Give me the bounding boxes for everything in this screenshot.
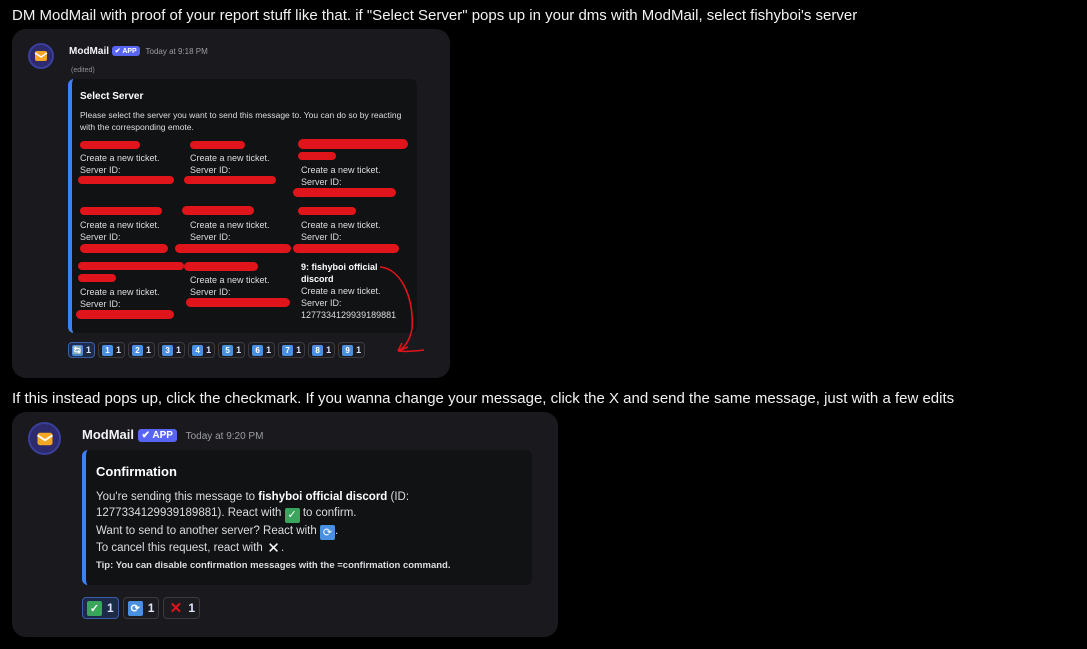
- reaction-count: 1: [296, 345, 302, 355]
- embed-tip: Tip: You can disable confirmation messag…: [96, 560, 451, 571]
- reaction-count: 1: [147, 601, 155, 615]
- reaction-bar-select-server: 🔄 1 1 1 2 1 3 1 4 1 5 1 6 1 7 1 8 1 9 1: [68, 342, 366, 358]
- reaction-count: 1: [176, 345, 182, 355]
- message-select-server: ModMail ✔ APP Today at 9:18 PM (edited) …: [12, 29, 450, 378]
- reaction-count: 1: [116, 345, 122, 355]
- reaction-button[interactable]: 81: [308, 342, 336, 358]
- redaction-mark: [80, 141, 140, 149]
- keycap-6-icon: 6: [252, 344, 264, 356]
- select-server-embed: Select Server Please select the server y…: [68, 79, 417, 333]
- reaction-count: 1: [188, 601, 196, 615]
- embed-description: Please select the server you want to sen…: [80, 110, 402, 132]
- reaction-count: 1: [326, 345, 332, 355]
- redaction-mark: [76, 310, 174, 319]
- keycap-9-icon: 9: [342, 344, 354, 356]
- reaction-button[interactable]: 31: [158, 342, 186, 358]
- author-name[interactable]: ModMail: [69, 46, 109, 57]
- modmail-logo-icon: [34, 51, 48, 61]
- annotation-arrow: [379, 266, 425, 353]
- redaction-mark: [175, 244, 291, 253]
- keycap-5-icon: 5: [222, 344, 234, 356]
- keycap-4-icon: 4: [192, 344, 204, 356]
- reaction-button[interactable]: 51: [218, 342, 246, 358]
- modmail-avatar[interactable]: [28, 422, 61, 455]
- reaction-button[interactable]: 91: [338, 342, 366, 358]
- reaction-button[interactable]: 21: [128, 342, 156, 358]
- message-timestamp: Today at 9:18 PM: [145, 47, 208, 56]
- cross-mark-icon: ✕: [169, 600, 183, 617]
- redaction-mark: [293, 188, 396, 197]
- embed-title: Confirmation: [96, 464, 177, 479]
- reaction-bar-confirmation: ✓ 1 ⟳ 1 ✕ 1: [82, 597, 201, 619]
- reaction-button[interactable]: 🔄 1: [68, 342, 96, 358]
- redaction-mark: [298, 152, 336, 160]
- reaction-count: 1: [236, 345, 242, 355]
- embed-description: You're sending this message to fishyboi …: [96, 491, 410, 557]
- author-line: ModMail ✔ APP Today at 9:20 PM: [82, 427, 264, 443]
- redaction-mark: [190, 141, 245, 149]
- server-entry: Create a new ticket. Server ID:: [301, 220, 381, 242]
- keycap-2-icon: 2: [132, 344, 144, 356]
- server-entry: Create a new ticket. Server ID:: [80, 220, 160, 242]
- refresh-icon: ⟳: [127, 600, 143, 616]
- reaction-button[interactable]: ✓ 1: [82, 597, 119, 619]
- reaction-button[interactable]: 71: [278, 342, 306, 358]
- keycap-1-icon: 1: [102, 344, 114, 356]
- app-badge: ✔ APP: [111, 46, 140, 57]
- redaction-mark: [78, 176, 174, 184]
- reaction-button[interactable]: 41: [188, 342, 216, 358]
- app-badge: ✔ APP: [137, 429, 177, 443]
- refresh-icon: 🔄: [72, 344, 83, 356]
- redaction-mark: [78, 274, 116, 282]
- redaction-mark: [293, 244, 399, 253]
- redaction-mark: [184, 262, 258, 271]
- reaction-button[interactable]: ⟳ 1: [122, 597, 160, 619]
- reaction-button[interactable]: ✕ 1: [163, 597, 201, 619]
- reaction-count: 1: [146, 345, 152, 355]
- check-mark-icon: ✓: [284, 507, 300, 523]
- server-entry: Create a new ticket. Server ID:: [190, 153, 270, 175]
- edited-label: (edited): [71, 67, 95, 74]
- redaction-mark: [184, 176, 276, 184]
- instruction-caption-middle: If this instead pops up, click the check…: [12, 390, 955, 407]
- reaction-count: 1: [107, 601, 114, 615]
- message-timestamp: Today at 9:20 PM: [185, 431, 264, 442]
- redaction-mark: [182, 206, 254, 215]
- embed-title: Select Server: [80, 91, 144, 102]
- modmail-avatar[interactable]: [28, 43, 54, 69]
- reaction-count: 1: [206, 345, 212, 355]
- reaction-button[interactable]: 11: [98, 342, 126, 358]
- message-confirmation: ModMail ✔ APP Today at 9:20 PM Confirmat…: [12, 412, 558, 637]
- keycap-7-icon: 7: [282, 344, 294, 356]
- confirmation-embed: Confirmation You're sending this message…: [82, 450, 532, 585]
- check-mark-icon: ✓: [87, 600, 102, 616]
- redaction-mark: [80, 244, 168, 253]
- redaction-mark: [298, 139, 408, 149]
- modmail-logo-icon: [36, 432, 53, 445]
- keycap-8-icon: 8: [312, 344, 324, 356]
- reaction-button[interactable]: 61: [248, 342, 276, 358]
- keycap-3-icon: 3: [162, 344, 174, 356]
- reaction-count: 1: [356, 345, 362, 355]
- redaction-mark: [78, 262, 184, 270]
- instruction-caption-top: DM ModMail with proof of your report stu…: [12, 7, 858, 24]
- server-entry: Create a new ticket. Server ID:: [190, 220, 270, 242]
- reaction-count: 1: [86, 345, 92, 355]
- reaction-count: 1: [266, 345, 272, 355]
- redaction-mark: [186, 298, 290, 307]
- refresh-icon: ⟳: [319, 525, 335, 540]
- server-entry: Create a new ticket. Server ID:: [190, 275, 270, 297]
- server-entry: Create a new ticket. Server ID:: [80, 287, 160, 309]
- server-entry: Create a new ticket. Server ID:: [301, 165, 381, 187]
- author-line: ModMail ✔ APP Today at 9:18 PM: [69, 46, 208, 57]
- author-name[interactable]: ModMail: [82, 427, 134, 442]
- cross-mark-icon: ✕: [267, 540, 280, 557]
- redaction-mark: [298, 207, 356, 215]
- redaction-mark: [80, 207, 162, 215]
- server-entry: Create a new ticket. Server ID:: [80, 153, 160, 175]
